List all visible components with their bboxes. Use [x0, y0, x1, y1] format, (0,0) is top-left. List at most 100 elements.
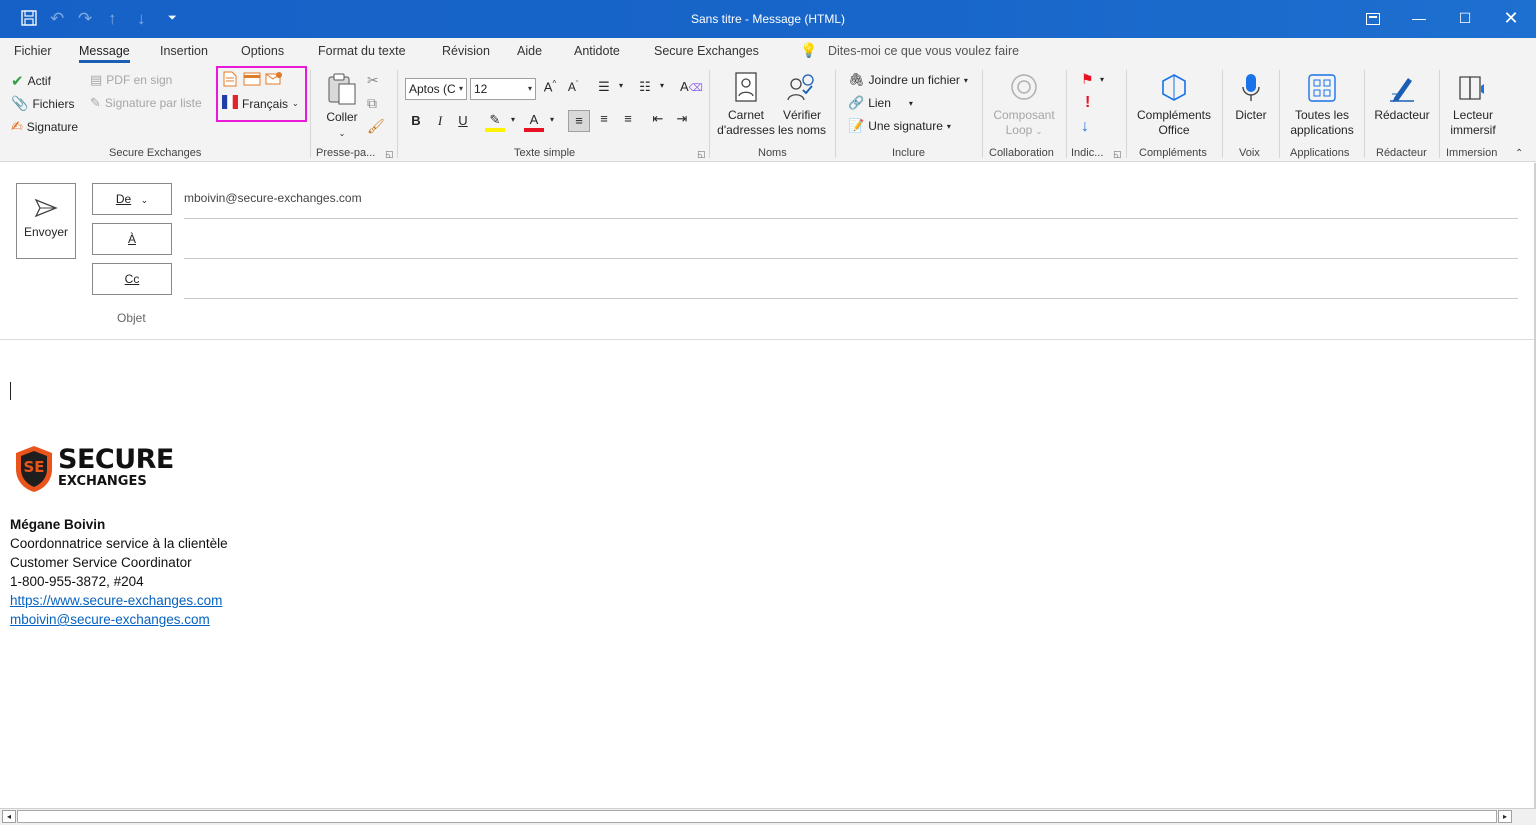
lecteur-immersif-button[interactable]: Lecteur immersif	[1444, 72, 1502, 138]
tab-revision[interactable]: Révision	[442, 44, 490, 58]
envelope-gear-icon[interactable]	[265, 71, 283, 89]
scrollbar-thumb[interactable]	[17, 810, 1497, 823]
une-signature-button[interactable]: 📝 Une signature ▾	[848, 118, 951, 134]
close-button[interactable]: ✕	[1488, 0, 1534, 38]
font-name-combo[interactable]: Aptos (C ▾	[405, 78, 467, 100]
tell-me-search[interactable]: Dites-moi ce que vous voulez faire	[828, 44, 1019, 58]
chevron-down-icon[interactable]: ▾	[542, 115, 562, 124]
tab-options[interactable]: Options	[241, 44, 284, 58]
tab-antidote[interactable]: Antidote	[574, 44, 620, 58]
chevron-down-icon[interactable]: ▾	[611, 81, 631, 90]
cc-input[interactable]	[184, 265, 1518, 297]
dicter-button[interactable]: Dicter	[1229, 72, 1273, 123]
language-dropdown[interactable]: Français ⌄	[222, 95, 299, 112]
signature-title-fr: Coordonnatrice service à la clientèle	[10, 536, 228, 551]
scroll-right-icon[interactable]: ▸	[1498, 810, 1512, 823]
lien-label: Lien	[868, 96, 891, 110]
chevron-down-icon: ⌄	[1035, 127, 1043, 136]
paperclip-icon: 🖇	[848, 72, 865, 87]
increase-indent-icon[interactable]: ⇥	[672, 111, 692, 127]
signature-par-liste-label: Signature par liste	[104, 96, 202, 110]
tab-fichier[interactable]: Fichier	[14, 44, 52, 58]
complements-label-2: Office	[1158, 123, 1190, 137]
align-right-icon[interactable]: ≡	[618, 111, 638, 126]
clear-formatting-icon[interactable]: A⌫	[680, 79, 703, 94]
actif-button[interactable]: ✔ Actif	[11, 72, 51, 90]
joindre-fichier-button[interactable]: 🖇 Joindre un fichier ▾	[848, 72, 968, 88]
chevron-down-icon: ▾	[458, 84, 463, 93]
italic-icon[interactable]: I	[430, 113, 450, 129]
chevron-down-icon[interactable]: ▾	[652, 81, 672, 90]
grow-font-icon[interactable]: A^	[540, 79, 560, 94]
text-cursor	[10, 382, 11, 400]
pdf-en-sign-button[interactable]: ▤ PDF en sign	[90, 72, 172, 88]
composant-loop-button[interactable]: Composant Loop ⌄	[990, 72, 1058, 139]
scroll-left-icon[interactable]: ◂	[2, 810, 16, 823]
group-label-immersion: Immersion	[1446, 147, 1498, 159]
apps-label-2: applications	[1290, 123, 1354, 137]
ribbon-display-icon[interactable]	[1350, 0, 1396, 38]
chevron-down-icon[interactable]: ▾	[1100, 75, 1104, 84]
coller-button[interactable]: Coller ⌄	[322, 72, 362, 141]
signature-button[interactable]: ✍ Signature	[11, 118, 78, 135]
signature-website-link[interactable]: https://www.secure-exchanges.com	[10, 593, 222, 608]
carnet-adresses-button[interactable]: Carnet d'adresses	[716, 72, 776, 138]
message-body[interactable]: SE SECURE EXCHANGES Mégane Boivin Coordo…	[0, 341, 1520, 807]
decrease-indent-icon[interactable]: ⇤	[648, 111, 668, 127]
low-importance-icon[interactable]: ↓	[1081, 118, 1089, 136]
copy-icon[interactable]: ⧉	[367, 95, 377, 112]
pdf-icon: ▤	[90, 72, 103, 87]
to-input[interactable]	[184, 225, 1518, 257]
card-icon[interactable]	[243, 72, 261, 89]
chevron-down-icon[interactable]: ▾	[503, 115, 523, 124]
fichiers-button[interactable]: 📎 Fichiers	[11, 95, 74, 112]
group-separator	[1066, 70, 1067, 158]
dialog-launcher-icon[interactable]: ◱	[1113, 149, 1122, 160]
apps-grid-icon	[1307, 74, 1337, 107]
font-size-combo[interactable]: 12 ▾	[470, 78, 536, 100]
address-book-icon	[733, 72, 759, 107]
tab-format-du-texte[interactable]: Format du texte	[318, 44, 406, 58]
from-button[interactable]: De ⌄	[92, 183, 172, 215]
subject-input[interactable]	[184, 303, 1518, 335]
lien-button[interactable]: 🔗 Lien ▾	[848, 95, 913, 111]
format-painter-icon[interactable]: 🖌	[367, 118, 385, 135]
toutes-applications-button[interactable]: Toutes les applications	[1286, 72, 1358, 138]
signature-phone: 1-800-955-3872, #204	[10, 574, 144, 589]
tab-aide[interactable]: Aide	[517, 44, 542, 58]
group-separator	[397, 70, 398, 158]
underline-icon[interactable]: U	[453, 113, 473, 128]
group-separator	[1439, 70, 1440, 158]
redacteur-button[interactable]: Rédacteur	[1370, 72, 1434, 123]
complements-office-button[interactable]: Compléments Office	[1132, 72, 1216, 138]
horizontal-scrollbar[interactable]: ◂ ▸	[0, 808, 1536, 825]
field-divider	[184, 258, 1518, 259]
shrink-font-icon[interactable]: Aˇ	[563, 80, 583, 94]
bold-icon[interactable]: B	[406, 113, 426, 128]
document-icon[interactable]	[223, 71, 237, 90]
align-center-icon[interactable]: ≡	[594, 111, 614, 126]
cc-button[interactable]: Cc	[92, 263, 172, 295]
field-divider	[184, 218, 1518, 219]
tab-insertion[interactable]: Insertion	[160, 44, 208, 58]
dialog-launcher-icon[interactable]: ◱	[385, 149, 394, 160]
font-color-icon[interactable]: A	[524, 112, 544, 132]
tab-secure-exchanges[interactable]: Secure Exchanges	[654, 44, 759, 58]
flag-icon[interactable]: ⚑	[1081, 71, 1094, 88]
dialog-launcher-icon[interactable]: ◱	[697, 149, 706, 160]
maximize-button[interactable]: ☐	[1442, 0, 1488, 38]
group-label-texte-simple: Texte simple	[514, 147, 576, 159]
signature-email-link[interactable]: mboivin@secure-exchanges.com	[10, 612, 210, 627]
high-importance-icon[interactable]: !	[1085, 94, 1090, 112]
signature-par-liste-button[interactable]: ✎ Signature par liste	[90, 95, 202, 111]
tab-message[interactable]: Message	[79, 44, 130, 63]
minimize-button[interactable]: —	[1396, 0, 1442, 38]
highlight-icon[interactable]: ✎	[485, 112, 505, 132]
send-button[interactable]: Envoyer	[16, 183, 76, 259]
apps-label-1: Toutes les	[1294, 108, 1350, 122]
verifier-noms-button[interactable]: Vérifier les noms	[776, 72, 828, 138]
cut-icon[interactable]: ✂	[367, 72, 379, 89]
collapse-ribbon-icon[interactable]: ⌃	[1515, 148, 1523, 159]
align-left-icon[interactable]: ≡	[568, 110, 590, 132]
to-button[interactable]: À	[92, 223, 172, 255]
